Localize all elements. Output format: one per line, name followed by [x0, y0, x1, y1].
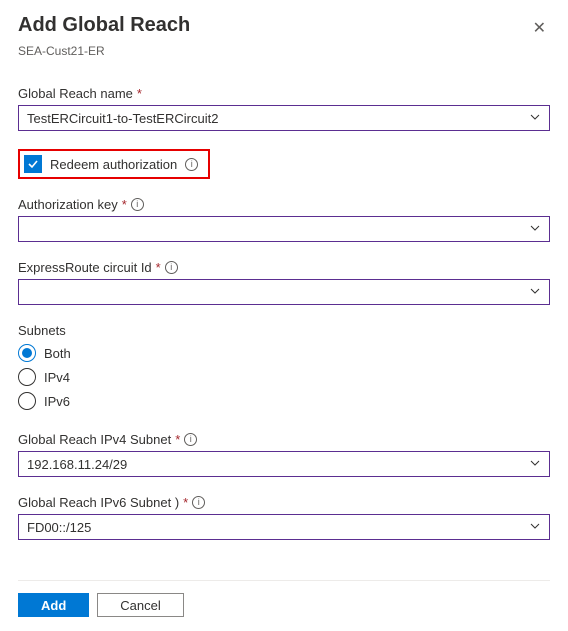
required-indicator: * [183, 495, 188, 510]
required-indicator: * [137, 86, 142, 101]
subnets-label: Subnets [18, 323, 550, 338]
radio-label: IPv4 [44, 370, 70, 385]
info-icon[interactable]: i [192, 496, 205, 509]
required-indicator: * [156, 260, 161, 275]
label-text: Authorization key [18, 197, 118, 212]
ipv6-subnet-input[interactable]: FD00::/125 [18, 514, 550, 540]
info-icon[interactable]: i [185, 158, 198, 171]
required-indicator: * [175, 432, 180, 447]
radio-indicator [18, 368, 36, 386]
panel-subtitle: SEA-Cust21-ER [18, 44, 550, 58]
subnets-radio-ipv6[interactable]: IPv6 [18, 392, 550, 410]
label-text: Global Reach IPv4 Subnet [18, 432, 171, 447]
cancel-button[interactable]: Cancel [97, 593, 183, 617]
expressroute-circuit-id-label: ExpressRoute circuit Id * i [18, 260, 550, 275]
redeem-authorization-row[interactable]: Redeem authorization i [18, 149, 210, 179]
authorization-key-input[interactable] [18, 216, 550, 242]
radio-label: IPv6 [44, 394, 70, 409]
label-text: Global Reach name [18, 86, 133, 101]
input-value: FD00::/125 [27, 520, 91, 535]
redeem-authorization-label: Redeem authorization [50, 157, 177, 172]
global-reach-name-label: Global Reach name * [18, 86, 550, 101]
radio-indicator [18, 344, 36, 362]
subnets-radio-ipv4[interactable]: IPv4 [18, 368, 550, 386]
chevron-down-icon [529, 520, 541, 535]
expressroute-circuit-id-input[interactable] [18, 279, 550, 305]
radio-indicator [18, 392, 36, 410]
required-indicator: * [122, 197, 127, 212]
input-value: 192.168.11.24/29 [27, 457, 127, 472]
label-text: Global Reach IPv6 Subnet ) [18, 495, 179, 510]
add-button[interactable]: Add [18, 593, 89, 617]
info-icon[interactable]: i [184, 433, 197, 446]
chevron-down-icon [529, 222, 541, 237]
input-value: TestERCircuit1-to-TestERCircuit2 [27, 111, 218, 126]
label-text: ExpressRoute circuit Id [18, 260, 152, 275]
chevron-down-icon [529, 111, 541, 126]
close-icon[interactable]: ✕ [529, 14, 550, 42]
panel-title: Add Global Reach [18, 14, 190, 37]
info-icon[interactable]: i [165, 261, 178, 274]
ipv4-subnet-input[interactable]: 192.168.11.24/29 [18, 451, 550, 477]
ipv4-subnet-label: Global Reach IPv4 Subnet * i [18, 432, 550, 447]
chevron-down-icon [529, 457, 541, 472]
subnets-radio-both[interactable]: Both [18, 344, 550, 362]
global-reach-name-input[interactable]: TestERCircuit1-to-TestERCircuit2 [18, 105, 550, 131]
chevron-down-icon [529, 285, 541, 300]
redeem-authorization-checkbox[interactable] [24, 155, 42, 173]
info-icon[interactable]: i [131, 198, 144, 211]
authorization-key-label: Authorization key * i [18, 197, 550, 212]
radio-label: Both [44, 346, 71, 361]
ipv6-subnet-label: Global Reach IPv6 Subnet ) * i [18, 495, 550, 510]
